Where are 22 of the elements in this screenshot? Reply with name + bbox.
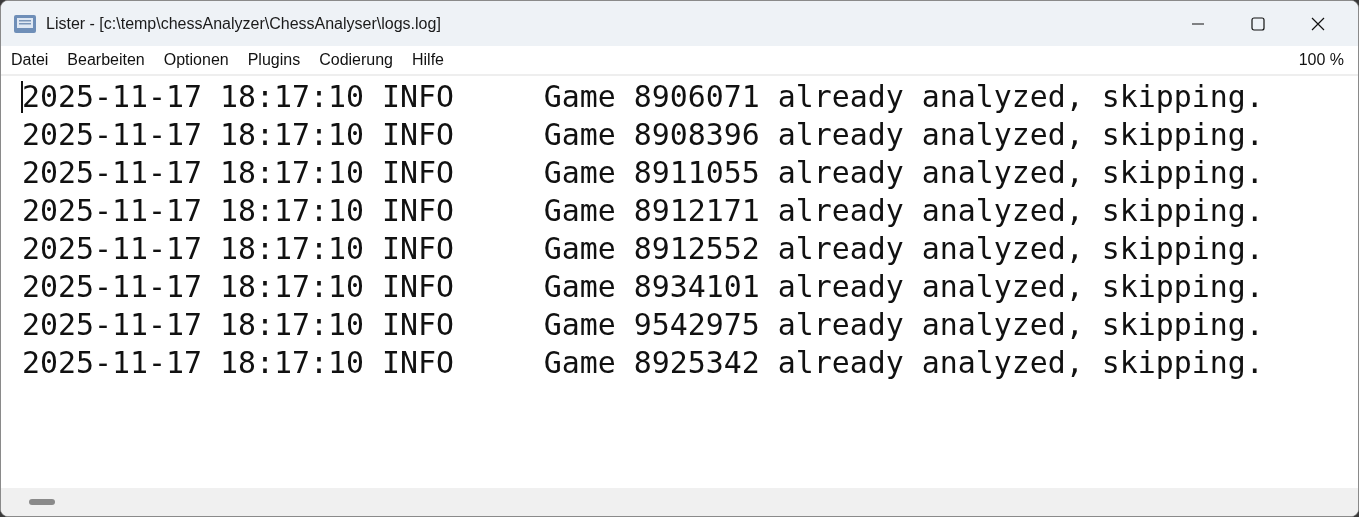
log-line: 2025-11-17 18:17:10 INFO Game 8906071 already analyzed, skipping. xyxy=(22,78,1265,116)
log-line: 2025-11-17 18:17:10 INFO Game 8912171 already analyzed, skipping. xyxy=(22,192,1265,230)
document-icon xyxy=(13,12,37,35)
log-line: 2025-11-17 18:17:10 INFO Game 8925342 already analyzed, skipping. xyxy=(22,344,1265,382)
log-line: 2025-11-17 18:17:10 INFO Game 8934101 already analyzed, skipping. xyxy=(22,268,1265,306)
zoom-level: 100 % xyxy=(1298,51,1344,69)
maximize-icon xyxy=(1251,16,1265,31)
log-line: 2025-11-17 18:17:10 INFO Game 8908396 already analyzed, skipping. xyxy=(22,116,1265,154)
window-title: Lister - [c:\temp\chessAnalyzer\ChessAnalyser\logs.log] xyxy=(46,14,442,33)
menu-item[interactable]: Datei xyxy=(11,51,49,69)
close-icon xyxy=(1311,16,1325,31)
menu-item[interactable]: Plugins xyxy=(247,51,301,69)
log-line: 2025-11-17 18:17:10 INFO Game 9542975 already analyzed, skipping. xyxy=(22,306,1265,344)
log-line: 2025-11-17 18:17:10 INFO Game 8911055 already analyzed, skipping. xyxy=(22,154,1265,192)
menu-item[interactable]: Codierung xyxy=(319,51,393,69)
scrollbar-thumb[interactable] xyxy=(29,499,55,505)
minimize-icon xyxy=(1192,22,1204,25)
log-line: 2025-11-17 18:17:10 INFO Game 8912552 already analyzed, skipping. xyxy=(22,230,1265,268)
menu-item[interactable]: Optionen xyxy=(163,51,229,69)
text-cursor xyxy=(21,81,23,113)
menu-item[interactable]: Bearbeiten xyxy=(67,51,145,69)
menu-item[interactable]: Hilfe xyxy=(412,51,444,69)
